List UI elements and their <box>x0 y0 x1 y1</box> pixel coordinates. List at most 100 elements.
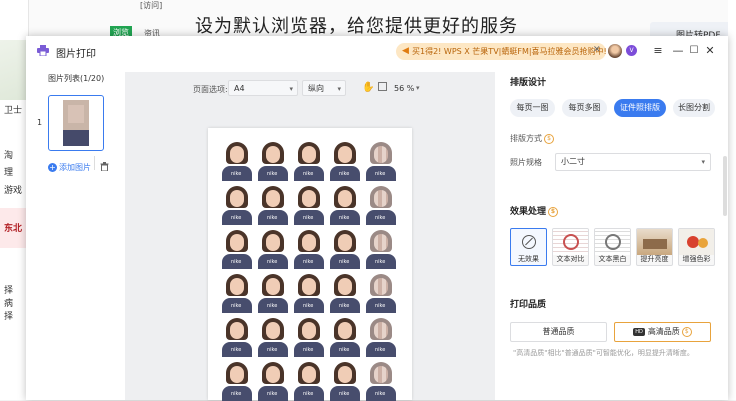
chevron-down-icon: ▾ <box>289 85 293 93</box>
id-photo: nike <box>366 361 396 401</box>
fit-page-icon[interactable] <box>378 82 387 91</box>
avatar[interactable] <box>608 44 622 58</box>
maximize-button[interactable]: ☐ <box>687 44 701 58</box>
effect-brightness[interactable]: 提升亮度 <box>636 228 673 266</box>
help-icon[interactable]: $ <box>544 133 554 144</box>
id-photo: nike <box>294 273 324 313</box>
shirt-logo: nike <box>375 259 386 265</box>
id-photo: nike <box>222 361 252 401</box>
effect-text-bw[interactable]: 文本黑白 <box>594 228 631 266</box>
help-icon[interactable]: $ <box>681 326 692 337</box>
mode-multi-per-page[interactable]: 每页多图 <box>562 99 607 117</box>
id-photo: nike <box>366 273 396 313</box>
id-photo: nike <box>294 185 324 225</box>
shirt-logo: nike <box>303 347 314 353</box>
id-photo: nike <box>222 185 252 225</box>
page-headline: 设为默认浏览器，给您提供更好的服务 <box>195 16 518 37</box>
shirt-logo: nike <box>339 171 350 177</box>
shirt-logo: nike <box>267 303 278 309</box>
settings-panel: 排版设计 每页一图 每页多图 证件照排版 长图分割 排版方式 $ 照片规格 小二寸… <box>510 72 720 400</box>
photo-size-select[interactable]: 小二寸 ▾ <box>555 153 711 171</box>
add-image-button[interactable]: + 添加图片 <box>48 162 91 173</box>
divider <box>94 156 95 170</box>
shirt-logo: nike <box>303 391 314 397</box>
chevron-down-icon: ▾ <box>337 85 341 93</box>
sidebar-item[interactable]: 淘 <box>4 148 13 161</box>
mode-one-per-page[interactable]: 每页一图 <box>510 99 555 117</box>
id-photo: nike <box>330 229 360 269</box>
hd-icon: HD <box>633 327 645 336</box>
ban-icon <box>522 235 536 249</box>
add-image-label: 添加图片 <box>59 163 91 172</box>
sidebar-item[interactable]: 东北 <box>4 221 22 234</box>
print-dialog: 图片打印 ◀ 买1得2! WPS X 芒果TV|蜻蜓FM|喜马拉雅会员抢购中! … <box>26 36 728 401</box>
shirt-logo: nike <box>375 215 386 221</box>
mode-id-photo-layout[interactable]: 证件照排版 <box>614 99 666 117</box>
effect-color-enhance[interactable]: 增强色彩 <box>678 228 715 266</box>
sidebar-item: 择 <box>4 286 14 296</box>
dialog-title: 图片打印 <box>56 49 96 60</box>
sidebar-item[interactable]: 理 <box>4 165 13 178</box>
hand-icon[interactable]: ✋ <box>362 82 374 93</box>
orientation-value: 纵向 <box>308 84 324 93</box>
sidebar-item[interactable]: 卫士 <box>4 103 22 116</box>
browser-left-sidebar: 卫士 淘 理 游戏 东北 择 病 择 <box>0 0 29 400</box>
id-photo: nike <box>258 229 288 269</box>
id-photo: nike <box>330 361 360 401</box>
shirt-logo: nike <box>267 347 278 353</box>
id-photo: nike <box>294 229 324 269</box>
shirt-logo: nike <box>267 259 278 265</box>
help-icon[interactable]: $ <box>548 206 559 217</box>
close-button[interactable]: ✕ <box>703 44 717 58</box>
thumbnail-photo <box>63 100 89 146</box>
preview-toolbar: 页面选项: A4 ▾ 纵向 ▾ ✋ 56 % ▾ <box>125 72 495 104</box>
layout-method-label: 排版方式 $ <box>510 133 554 144</box>
trash-icon[interactable] <box>100 162 109 171</box>
shirt-logo: nike <box>267 171 278 177</box>
id-photo: nike <box>366 229 396 269</box>
normal-quality-button[interactable]: 普通品质 <box>510 322 607 342</box>
photo-size-value: 小二寸 <box>561 157 585 166</box>
effect-text-contrast[interactable]: 文本对比 <box>552 228 589 266</box>
minimize-button[interactable]: — <box>671 44 685 58</box>
shirt-logo: nike <box>375 391 386 397</box>
shirt-logo: nike <box>339 303 350 309</box>
menu-button[interactable]: ≡ <box>651 44 665 58</box>
quality-note: "高清品质"相比"普通品质"可智能优化，明显提升清晰度。 <box>513 349 694 357</box>
hd-quality-button[interactable]: HD 高清品质 $ <box>614 322 711 342</box>
chevron-down-icon[interactable]: ▾ <box>416 84 420 92</box>
title-bar: 图片打印 ◀ 买1得2! WPS X 芒果TV|蜻蜓FM|喜马拉雅会员抢购中! … <box>26 36 728 66</box>
id-photo: nike <box>330 273 360 313</box>
vip-icon[interactable]: V <box>626 45 637 56</box>
page-size-select[interactable]: A4 ▾ <box>228 80 298 96</box>
shirt-logo: nike <box>231 171 242 177</box>
top-tab[interactable]: [访问] <box>140 0 162 11</box>
id-photo: nike <box>258 273 288 313</box>
orientation-select[interactable]: 纵向 ▾ <box>302 80 346 96</box>
id-photo: nike <box>294 317 324 357</box>
shirt-logo: nike <box>339 347 350 353</box>
id-photo: nike <box>222 273 252 313</box>
shirt-logo: nike <box>303 171 314 177</box>
promo-close-icon[interactable]: ✕ <box>593 45 601 55</box>
effect-none[interactable]: 无效果 <box>510 228 547 266</box>
id-photo: nike <box>330 185 360 225</box>
shirt-logo: nike <box>339 259 350 265</box>
sidebar-item: 病 <box>4 299 14 309</box>
mode-long-image-split[interactable]: 长图分割 <box>673 99 715 117</box>
shirt-logo: nike <box>231 391 242 397</box>
panel-scrollbar[interactable] <box>723 156 727 216</box>
image-thumbnail[interactable] <box>48 95 104 151</box>
id-photo: nike <box>258 141 288 181</box>
page-options-label: 页面选项: <box>193 85 228 94</box>
id-photo: nike <box>330 141 360 181</box>
printer-icon <box>37 45 49 56</box>
shirt-logo: nike <box>375 347 386 353</box>
id-photo: nike <box>294 361 324 401</box>
zoom-level[interactable]: 56 % <box>394 84 414 93</box>
id-photo: nike <box>366 141 396 181</box>
promo-banner[interactable]: ◀ 买1得2! WPS X 芒果TV|蜻蜓FM|喜马拉雅会员抢购中! ✕ <box>396 43 607 60</box>
sidebar-item[interactable]: 游戏 <box>4 183 22 196</box>
shirt-logo: nike <box>267 215 278 221</box>
shirt-logo: nike <box>303 215 314 221</box>
